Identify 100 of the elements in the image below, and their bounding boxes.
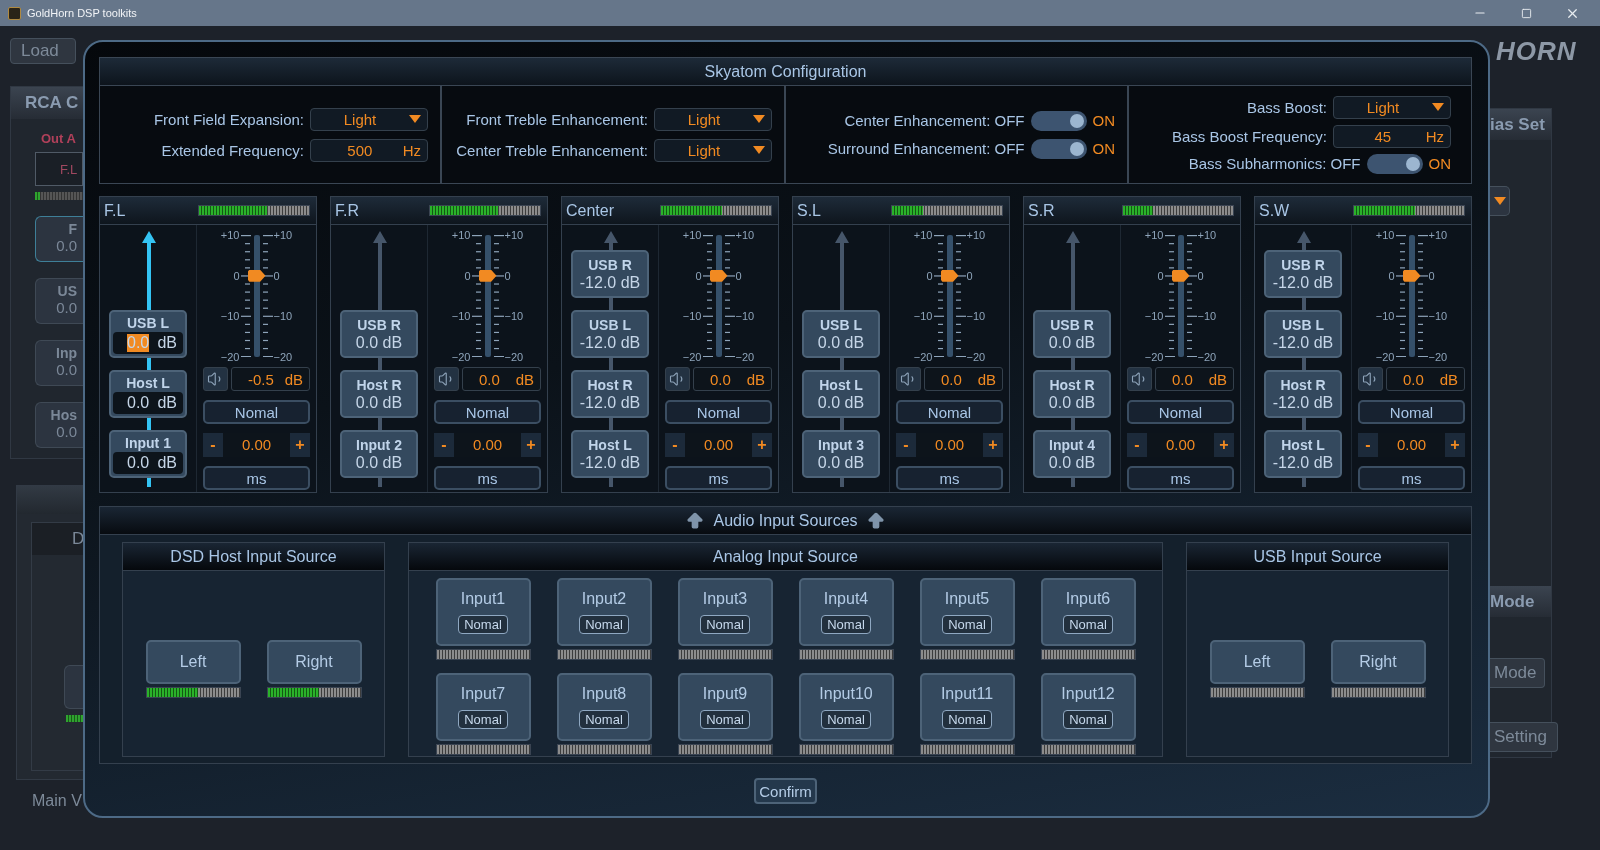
gain-field[interactable]: 0.0 dB [924,367,1003,391]
input-source-button[interactable]: Left [145,639,241,684]
toggle-switch[interactable] [1366,153,1423,174]
source-box[interactable]: USB L -12.0 dB [571,310,649,358]
mode-button[interactable]: Nomal [1063,615,1113,634]
decrement-button[interactable]: - [1358,433,1378,457]
unit-button[interactable]: ms [665,466,772,490]
source-box[interactable]: F 0.0 [35,216,83,262]
fader-thumb[interactable] [247,269,266,282]
source-box[interactable]: Host R 0.0 dB [340,370,418,418]
gain-field[interactable]: 0.0 dB [113,331,183,354]
source-box[interactable]: USB L 0.0 dB [109,310,187,358]
source-box[interactable]: US 0.0 [35,278,83,324]
input-source-tile[interactable]: Input10 Nomal [798,673,894,741]
source-box[interactable]: Input 4 0.0 dB [1033,430,1111,478]
mode-button[interactable]: Nomal [700,710,750,729]
mode-button[interactable]: Nomal [579,615,629,634]
mode-button[interactable]: Nomal [821,615,871,634]
unit-button[interactable]: ms [1358,466,1465,490]
source-box[interactable]: USB R 0.0 dB [1033,310,1111,358]
decrement-button[interactable]: - [896,433,916,457]
mode-button[interactable]: Nomal [821,710,871,729]
source-box[interactable]: USB R -12.0 dB [1264,250,1342,298]
speaker-icon[interactable] [1358,367,1383,391]
fader-thumb[interactable] [709,269,728,282]
toggle-switch[interactable] [1030,110,1087,131]
source-box[interactable]: USB R -12.0 dB [571,250,649,298]
gain-field[interactable]: -0.5 dB [231,367,310,391]
gain-field[interactable]: 0.0 dB [693,367,772,391]
input-source-tile[interactable]: Input1 Nomal [435,578,531,646]
fader-thumb[interactable] [478,269,497,282]
mode-button[interactable]: Nomal [579,710,629,729]
input-source-button[interactable]: Right [266,639,362,684]
mode-button[interactable]: Nomal [665,400,772,424]
mode-button[interactable]: Nomal [700,615,750,634]
gain-field[interactable]: 0.0 dB [1155,367,1234,391]
speaker-icon[interactable] [896,367,921,391]
gain-field[interactable]: 0.0 dB [113,391,183,414]
increment-button[interactable]: + [983,433,1003,457]
gain-field[interactable]: 0.0 dB [113,451,183,474]
input-source-button[interactable]: Right [1330,639,1426,684]
source-box[interactable]: Host R -12.0 dB [1264,370,1342,418]
confirm-button[interactable]: Confirm [754,778,817,804]
input-source-tile[interactable]: Input6 Nomal [1040,578,1136,646]
source-box[interactable]: Host L 0.0 dB [802,370,880,418]
decrement-button[interactable]: - [665,433,685,457]
source-box[interactable]: Input 2 0.0 dB [340,430,418,478]
input-source-tile[interactable]: Input5 Nomal [919,578,1015,646]
source-box[interactable]: USB R 0.0 dB [340,310,418,358]
source-box[interactable]: Input 1 0.0 dB [109,430,187,478]
decrement-button[interactable]: - [434,433,454,457]
input-source-tile[interactable]: Input4 Nomal [798,578,894,646]
decrement-button[interactable]: - [1127,433,1147,457]
input-field[interactable]: 45 Hz [1333,124,1451,148]
gain-field[interactable]: 0.0 dB [462,367,541,391]
mode-button[interactable]: Mode [1490,658,1545,688]
setting-button[interactable]: Setting [1490,722,1558,752]
input-source-tile[interactable]: Input12 Nomal [1040,673,1136,741]
mode-button[interactable]: Nomal [458,615,508,634]
input-source-tile[interactable]: Input2 Nomal [556,578,652,646]
source-box[interactable]: Host R 0.0 dB [1033,370,1111,418]
source-box[interactable]: Host R -12.0 dB [571,370,649,418]
increment-button[interactable]: + [521,433,541,457]
dropdown[interactable]: Light [654,107,772,131]
increment-button[interactable]: + [752,433,772,457]
source-box[interactable]: Inp 0.0 [35,340,83,386]
source-box[interactable]: Host L -12.0 dB [1264,430,1342,478]
mode-button[interactable]: Nomal [1127,400,1234,424]
input-source-tile[interactable]: Input8 Nomal [556,673,652,741]
toggle-switch[interactable] [1030,138,1087,159]
dropdown[interactable] [1490,186,1510,216]
fader-thumb[interactable] [940,269,959,282]
unit-button[interactable]: ms [896,466,1003,490]
mode-button[interactable]: Nomal [458,710,508,729]
fader-thumb[interactable] [1402,269,1421,282]
speaker-icon[interactable] [1127,367,1152,391]
source-box[interactable]: Input 3 0.0 dB [802,430,880,478]
mode-button[interactable]: Nomal [896,400,1003,424]
mode-button[interactable]: Nomal [434,400,541,424]
speaker-icon[interactable] [434,367,459,391]
source-box[interactable]: USB L -12.0 dB [1264,310,1342,358]
source-box[interactable]: Host L 0.0 dB [109,370,187,418]
mode-button[interactable]: Nomal [1063,710,1113,729]
fader-thumb[interactable] [1171,269,1190,282]
input-source-tile[interactable]: Input3 Nomal [677,578,773,646]
input-field[interactable]: 500 Hz [310,138,428,162]
unit-button[interactable]: ms [203,466,310,490]
decrement-button[interactable]: - [203,433,223,457]
input-source-tile[interactable]: Input9 Nomal [677,673,773,741]
mode-button[interactable]: Nomal [942,710,992,729]
input-source-button[interactable]: Left [1209,639,1305,684]
increment-button[interactable]: + [1445,433,1465,457]
unit-button[interactable]: ms [434,466,541,490]
dropdown[interactable]: Light [1333,95,1451,119]
speaker-icon[interactable] [665,367,690,391]
mode-button[interactable]: Nomal [1358,400,1465,424]
dropdown[interactable]: Light [654,138,772,162]
gain-field[interactable]: 0.0 dB [1386,367,1465,391]
mode-button[interactable]: Nomal [203,400,310,424]
dropdown[interactable]: Light [310,107,428,131]
